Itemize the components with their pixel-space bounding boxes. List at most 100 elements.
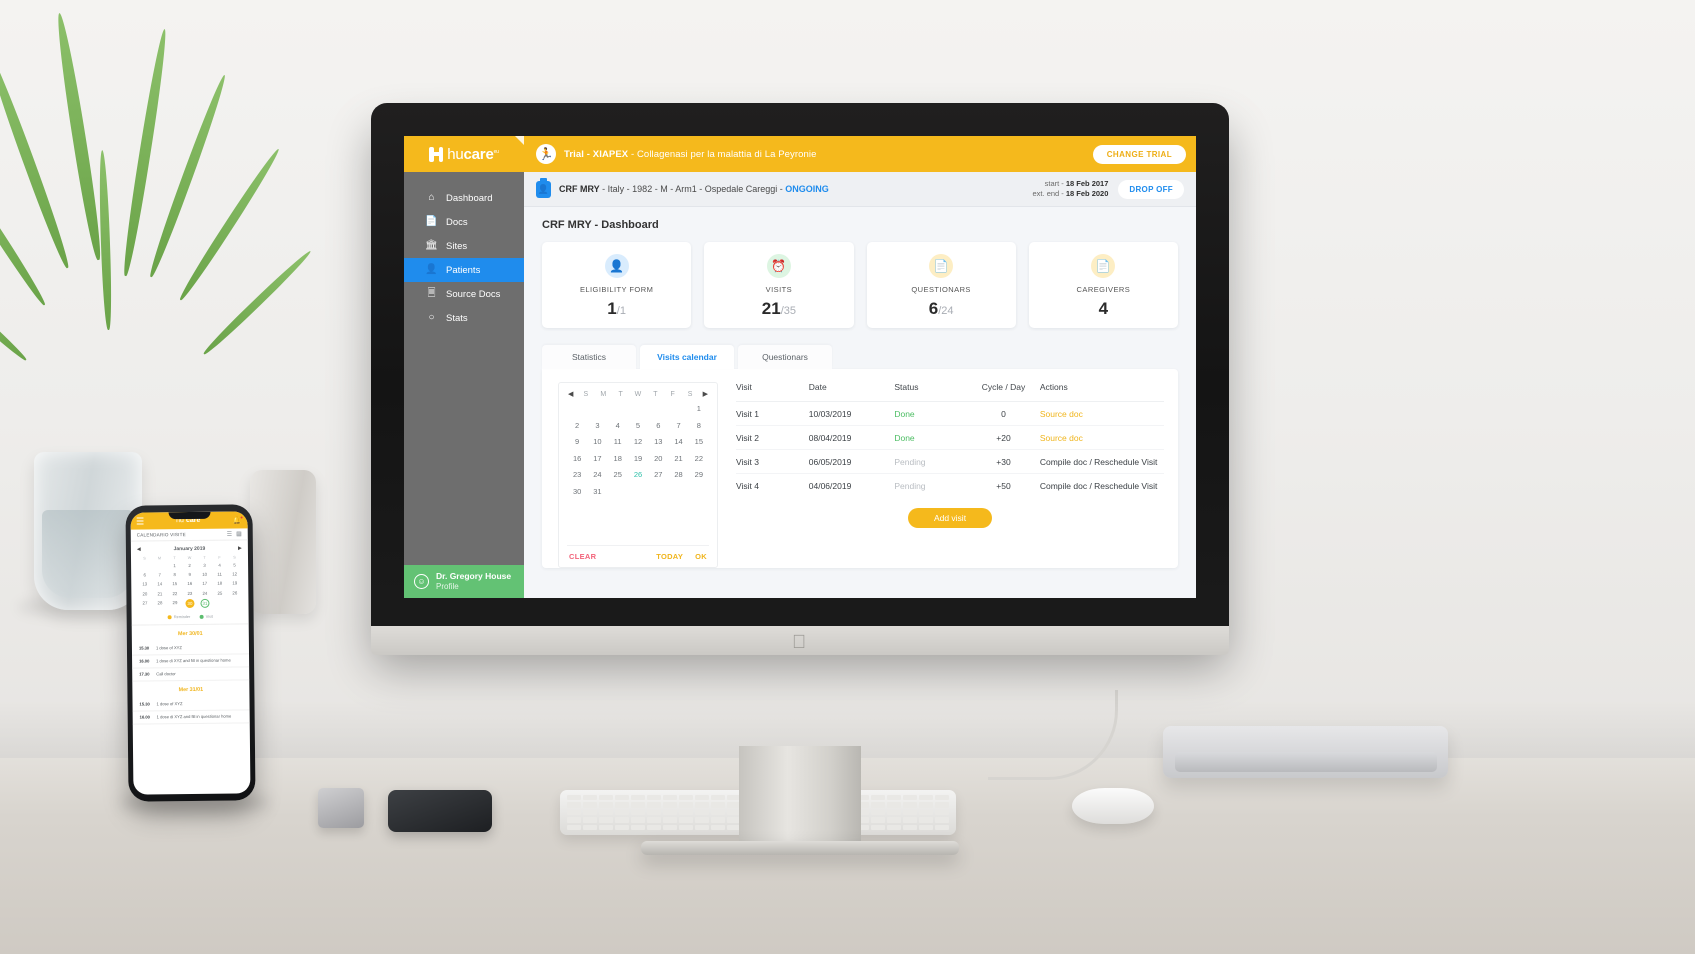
- mobile-calendar-day-15[interactable]: 15: [167, 581, 182, 587]
- cell-actions[interactable]: Source doc: [1039, 425, 1164, 451]
- cell-actions[interactable]: Compile doc / Reschedule Visit: [1040, 474, 1164, 498]
- mobile-calendar-day-20[interactable]: 20: [137, 591, 152, 596]
- sidebar-item-stats[interactable]: ○ Stats: [404, 306, 524, 330]
- calendar-day-5[interactable]: 5: [628, 421, 648, 430]
- mobile-calendar-day-22[interactable]: 22: [167, 591, 182, 596]
- mobile-calendar-day-9[interactable]: 9: [182, 572, 197, 577]
- mobile-prev-month-icon[interactable]: ◀: [137, 547, 141, 553]
- mobile-calendar-day-16[interactable]: 16: [182, 581, 197, 586]
- calendar-day-27[interactable]: 27: [648, 470, 668, 479]
- table-row[interactable]: Visit 2 08/04/2019 Done +20 Source doc: [736, 425, 1164, 451]
- cell-actions[interactable]: Source doc: [1039, 401, 1164, 427]
- sidebar-item-dashboard[interactable]: ⌂ Dashboard: [404, 186, 524, 210]
- mobile-calendar-day-11[interactable]: 11: [212, 572, 227, 577]
- calendar-day-2[interactable]: 2: [567, 421, 587, 430]
- calendar-day-17[interactable]: 17: [587, 454, 607, 463]
- mobile-calendar-day-3[interactable]: 3: [197, 563, 212, 568]
- mobile-calendar-day-25[interactable]: 25: [212, 590, 227, 595]
- mobile-calendar-day-30[interactable]: 30: [185, 598, 195, 608]
- calendar-day-31[interactable]: 31: [587, 487, 607, 496]
- tab-visits-calendar[interactable]: Visits calendar: [640, 345, 734, 370]
- mobile-calendar-day-19[interactable]: 19: [227, 581, 242, 586]
- calendar-day-21[interactable]: 21: [668, 454, 688, 463]
- sidebar-item-source-docs[interactable]: 🗏 Source Docs: [404, 282, 524, 306]
- card-visits[interactable]: ⏰ VISITS 21/35: [704, 242, 854, 329]
- mobile-calendar-day-27[interactable]: 27: [137, 600, 152, 607]
- mobile-calendar-day-6[interactable]: 6: [137, 573, 152, 578]
- calendar-day-29[interactable]: 29: [689, 470, 709, 479]
- sidebar-profile[interactable]: ☺ Dr. Gregory House Profile: [404, 565, 524, 598]
- calendar-day-18[interactable]: 18: [608, 454, 628, 463]
- sidebar-item-patients[interactable]: 👤 Patients: [404, 258, 524, 282]
- agenda-row[interactable]: 15.30 1 dose of XYZ: [131, 641, 250, 656]
- mobile-calendar-day-18[interactable]: 18: [212, 581, 227, 586]
- mobile-calendar-day-5[interactable]: 5: [227, 562, 242, 568]
- calendar-day-19[interactable]: 19: [628, 454, 648, 463]
- calendar-day-12[interactable]: 12: [628, 437, 648, 446]
- calendar-day-22[interactable]: 22: [689, 454, 709, 463]
- calendar-day-20[interactable]: 20: [648, 454, 668, 463]
- calendar-day-30[interactable]: 30: [567, 487, 587, 496]
- calendar-day-14[interactable]: 14: [668, 437, 688, 446]
- list-view-icon[interactable]: ☰: [227, 531, 232, 538]
- mobile-next-month-icon[interactable]: ▶: [238, 545, 242, 551]
- calendar-day-1[interactable]: 1: [689, 404, 709, 413]
- brand-logo[interactable]: hucareeu: [404, 136, 524, 172]
- mobile-calendar-day-31[interactable]: 31: [200, 598, 210, 608]
- card-questionars[interactable]: 📄 QUESTIONARS 6/24: [866, 242, 1016, 329]
- calendar-day-4[interactable]: 4: [608, 421, 628, 430]
- mobile-calendar-day-2[interactable]: 2: [182, 563, 197, 568]
- calendar-day-26[interactable]: 26: [628, 470, 648, 479]
- mobile-calendar-day-28[interactable]: 28: [152, 600, 167, 607]
- card-caregivers[interactable]: 📄 CAREGIVERS 4: [1028, 242, 1178, 329]
- sidebar-item-sites[interactable]: 🏛 Sites: [404, 234, 524, 258]
- mobile-calendar-day-29[interactable]: 29: [167, 600, 182, 607]
- tab-statistics[interactable]: Statistics: [542, 345, 636, 370]
- calendar-clear-button[interactable]: CLEAR: [569, 552, 596, 561]
- agenda-row[interactable]: 15.30 1 dose of XYZ: [132, 697, 250, 712]
- caret-right-icon[interactable]: ▶: [703, 390, 708, 398]
- calendar-day-6[interactable]: 6: [648, 421, 668, 430]
- mobile-calendar-day-17[interactable]: 17: [197, 581, 212, 586]
- mobile-calendar-day-23[interactable]: 23: [182, 590, 197, 596]
- notification-bell-icon[interactable]: 🔔: [233, 514, 244, 524]
- calendar-day-9[interactable]: 9: [567, 437, 587, 446]
- mobile-calendar-day-10[interactable]: 10: [197, 572, 212, 577]
- table-row[interactable]: Visit 4 04/06/2019 Pending +50 Compile doc /…: [736, 474, 1164, 498]
- mobile-calendar-day-26[interactable]: 26: [227, 590, 242, 595]
- mobile-calendar-day-8[interactable]: 8: [167, 572, 182, 577]
- calendar-day-10[interactable]: 10: [587, 437, 607, 446]
- mobile-calendar-day-1[interactable]: 1: [167, 563, 182, 568]
- card-eligibility-form[interactable]: 👤 ELIGIBILITY FORM 1/1: [542, 242, 692, 329]
- calendar-day-23[interactable]: 23: [567, 470, 587, 479]
- mobile-calendar-day-13[interactable]: 13: [137, 582, 152, 587]
- mobile-calendar-day-14[interactable]: 14: [152, 582, 167, 587]
- grid-view-icon[interactable]: ▦: [236, 530, 242, 537]
- add-visit-button[interactable]: Add visit: [907, 508, 993, 529]
- mobile-calendar-day-24[interactable]: 24: [197, 590, 212, 595]
- calendar-day-28[interactable]: 28: [668, 470, 688, 479]
- table-row[interactable]: Visit 1 10/03/2019 Done 0 Source doc: [736, 401, 1164, 427]
- agenda-row[interactable]: 16.00 1 dose di XYZ and fill in questiona…: [132, 710, 250, 725]
- calendar-day-15[interactable]: 15: [689, 437, 709, 446]
- change-trial-button[interactable]: CHANGE TRIAL: [1092, 144, 1186, 164]
- agenda-row[interactable]: 17.30 Call doctor: [132, 667, 250, 682]
- mobile-calendar-day-4[interactable]: 4: [212, 563, 227, 568]
- calendar-day-24[interactable]: 24: [587, 470, 607, 479]
- cell-actions[interactable]: Compile doc / Reschedule Visit: [1039, 449, 1164, 475]
- mobile-calendar-day-21[interactable]: 21: [152, 591, 167, 596]
- drop-off-button[interactable]: DROP OFF: [1118, 179, 1184, 199]
- calendar-day-25[interactable]: 25: [608, 470, 628, 479]
- hamburger-menu-icon[interactable]: [136, 517, 144, 525]
- calendar-day-13[interactable]: 13: [648, 437, 668, 446]
- calendar-day-3[interactable]: 3: [587, 421, 607, 430]
- mobile-calendar-day-12[interactable]: 12: [227, 572, 242, 577]
- mobile-calendar-day-7[interactable]: 7: [152, 572, 167, 577]
- calendar-today-button[interactable]: TODAY: [656, 552, 683, 561]
- calendar-day-8[interactable]: 8: [689, 421, 709, 430]
- sidebar-item-docs[interactable]: 📄 Docs: [404, 210, 524, 234]
- tab-questionars[interactable]: Questionars: [738, 345, 832, 370]
- agenda-row[interactable]: 16.00 1 dose di XYZ and fill in questiona…: [132, 654, 250, 669]
- table-row[interactable]: Visit 3 06/05/2019 Pending +30 Compile doc /…: [736, 449, 1164, 475]
- calendar-ok-button[interactable]: OK: [695, 552, 707, 561]
